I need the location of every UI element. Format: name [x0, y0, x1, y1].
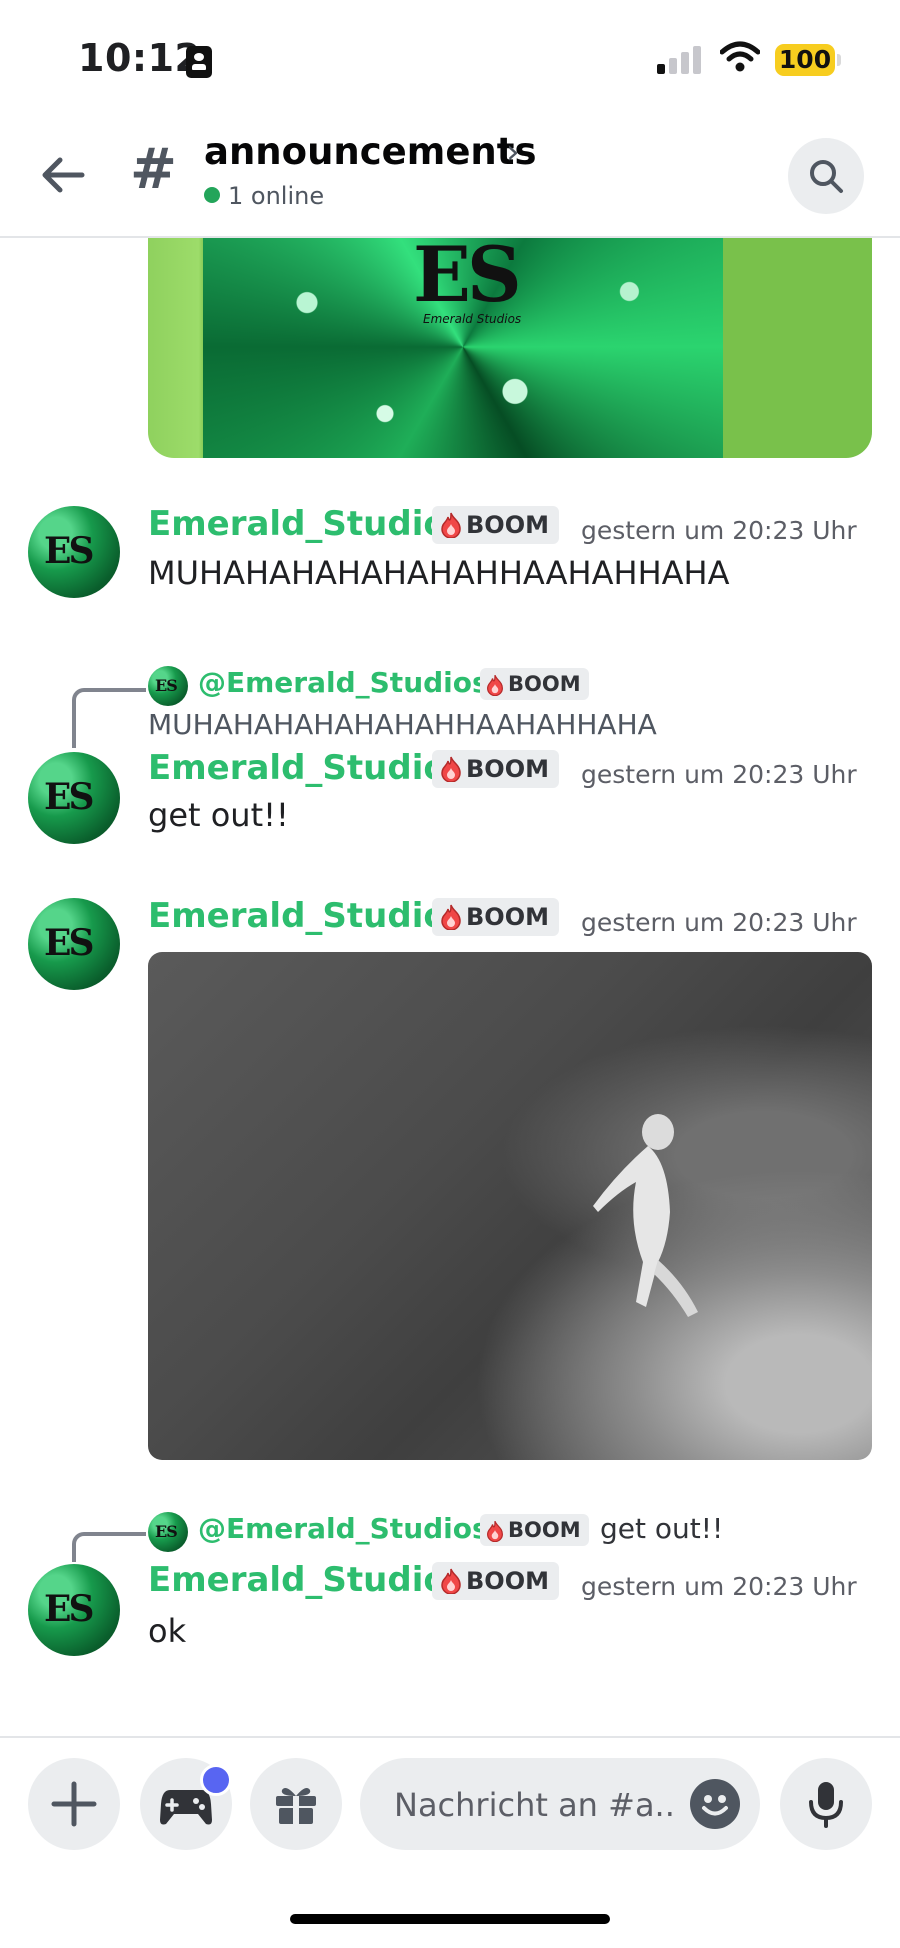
message-composer: [0, 1736, 900, 1858]
search-button[interactable]: [788, 138, 864, 214]
hash-icon: #: [130, 137, 177, 202]
battery-tip: [837, 54, 841, 66]
gift-button[interactable]: [250, 1758, 342, 1850]
role-tag[interactable]: BOOM: [432, 898, 559, 936]
flame-icon: [441, 756, 461, 782]
avatar-logo: ES: [44, 1588, 94, 1630]
reply-avatar: ES: [148, 666, 188, 706]
timestamp: gestern um 20:23 Uhr: [581, 1572, 857, 1601]
timestamp: gestern um 20:23 Uhr: [581, 516, 857, 545]
online-status: 1 online: [204, 182, 324, 210]
role-tag-label: BOOM: [466, 511, 549, 539]
message-text: ok: [148, 1612, 187, 1650]
flame-icon: [487, 1520, 503, 1542]
emoji-face: [702, 1795, 728, 1816]
reply-preview-text[interactable]: get out!!: [600, 1512, 723, 1545]
channel-name[interactable]: announcements: [204, 130, 536, 173]
avatar-logo: ES: [44, 922, 94, 964]
avatar-logo: ES: [44, 530, 94, 572]
message-text: get out!!: [148, 796, 289, 834]
reply-avatar: ES: [148, 1512, 188, 1552]
username[interactable]: Emerald_Studios: [148, 748, 467, 788]
banner-image[interactable]: ES Emerald Studios: [148, 236, 872, 458]
username[interactable]: Emerald_Studios: [148, 896, 467, 936]
reply-role-tag: BOOM: [480, 668, 589, 700]
flame-icon: [441, 512, 461, 538]
night-vision-figure: [593, 1114, 698, 1317]
reply-preview-text[interactable]: MUHAHAHAHAHAHAHHAAHAHHAHA: [148, 708, 657, 741]
timestamp: gestern um 20:23 Uhr: [581, 760, 857, 789]
clock: 10:12: [78, 36, 202, 80]
online-dot-icon: [204, 187, 220, 203]
reply-username[interactable]: @Emerald_Studios: [198, 1512, 489, 1545]
flame-icon: [441, 1568, 461, 1594]
reply-avatar-logo: ES: [155, 1522, 178, 1541]
role-tag[interactable]: BOOM: [432, 750, 559, 788]
notification-dot: [200, 1764, 232, 1796]
emoji-icon[interactable]: [690, 1779, 740, 1829]
username[interactable]: Emerald_Studios: [148, 1560, 467, 1600]
role-tag-label: BOOM: [466, 903, 549, 931]
username[interactable]: Emerald_Studios: [148, 504, 467, 544]
arrow-left-icon[interactable]: [38, 150, 88, 200]
flame-icon: [441, 904, 461, 930]
role-tag-label: BOOM: [466, 755, 549, 783]
avatar[interactable]: ES: [28, 1564, 120, 1656]
emerald-gems-image: ES Emerald Studios: [203, 236, 723, 458]
id-card-icon: [186, 46, 212, 78]
reply-username[interactable]: @Emerald_Studios: [198, 666, 489, 699]
cellular-signal-icon: [657, 44, 703, 74]
reply-connector: [72, 1532, 146, 1562]
message-text: MUHAHAHAHAHAHAHHAAHAHHAHA: [148, 554, 730, 592]
timestamp: gestern um 20:23 Uhr: [581, 908, 857, 937]
wifi-icon: [720, 41, 760, 72]
role-tag-label: BOOM: [466, 1567, 549, 1595]
role-tag[interactable]: BOOM: [432, 1562, 559, 1600]
status-bar: 10:12 100: [0, 0, 900, 120]
avatar-logo: ES: [44, 776, 94, 818]
message-input[interactable]: [392, 1758, 676, 1852]
video-attachment[interactable]: [148, 952, 872, 1460]
plus-icon: [51, 1781, 97, 1827]
channel-header: # announcements › 1 online: [0, 120, 900, 238]
flame-icon: [487, 674, 503, 696]
avatar[interactable]: ES: [28, 506, 120, 598]
reply-role-tag-label: BOOM: [508, 1518, 581, 1542]
search-icon: [810, 160, 843, 193]
online-count: 1 online: [228, 182, 325, 210]
message-input-container[interactable]: [360, 1758, 760, 1852]
reply-role-tag-label: BOOM: [508, 672, 581, 696]
battery-indicator: 100: [775, 44, 835, 76]
gift-icon: [276, 1788, 316, 1824]
avatar[interactable]: ES: [28, 898, 120, 990]
reply-connector: [72, 688, 146, 748]
banner-logo: ES: [413, 236, 522, 319]
add-button[interactable]: [28, 1758, 120, 1850]
message-list[interactable]: ES Emerald Studios ES Emerald_Studios BO…: [0, 236, 900, 1736]
role-tag[interactable]: BOOM: [432, 506, 559, 544]
chevron-right-icon[interactable]: ›: [506, 132, 520, 172]
avatar[interactable]: ES: [28, 752, 120, 844]
reply-avatar-logo: ES: [155, 676, 178, 695]
home-indicator[interactable]: [290, 1914, 610, 1924]
microphone-button[interactable]: [780, 1758, 872, 1850]
reply-role-tag: BOOM: [480, 1514, 589, 1546]
microphone-icon: [809, 1782, 843, 1828]
banner-logo-subtitle: Emerald Studios: [423, 312, 522, 326]
